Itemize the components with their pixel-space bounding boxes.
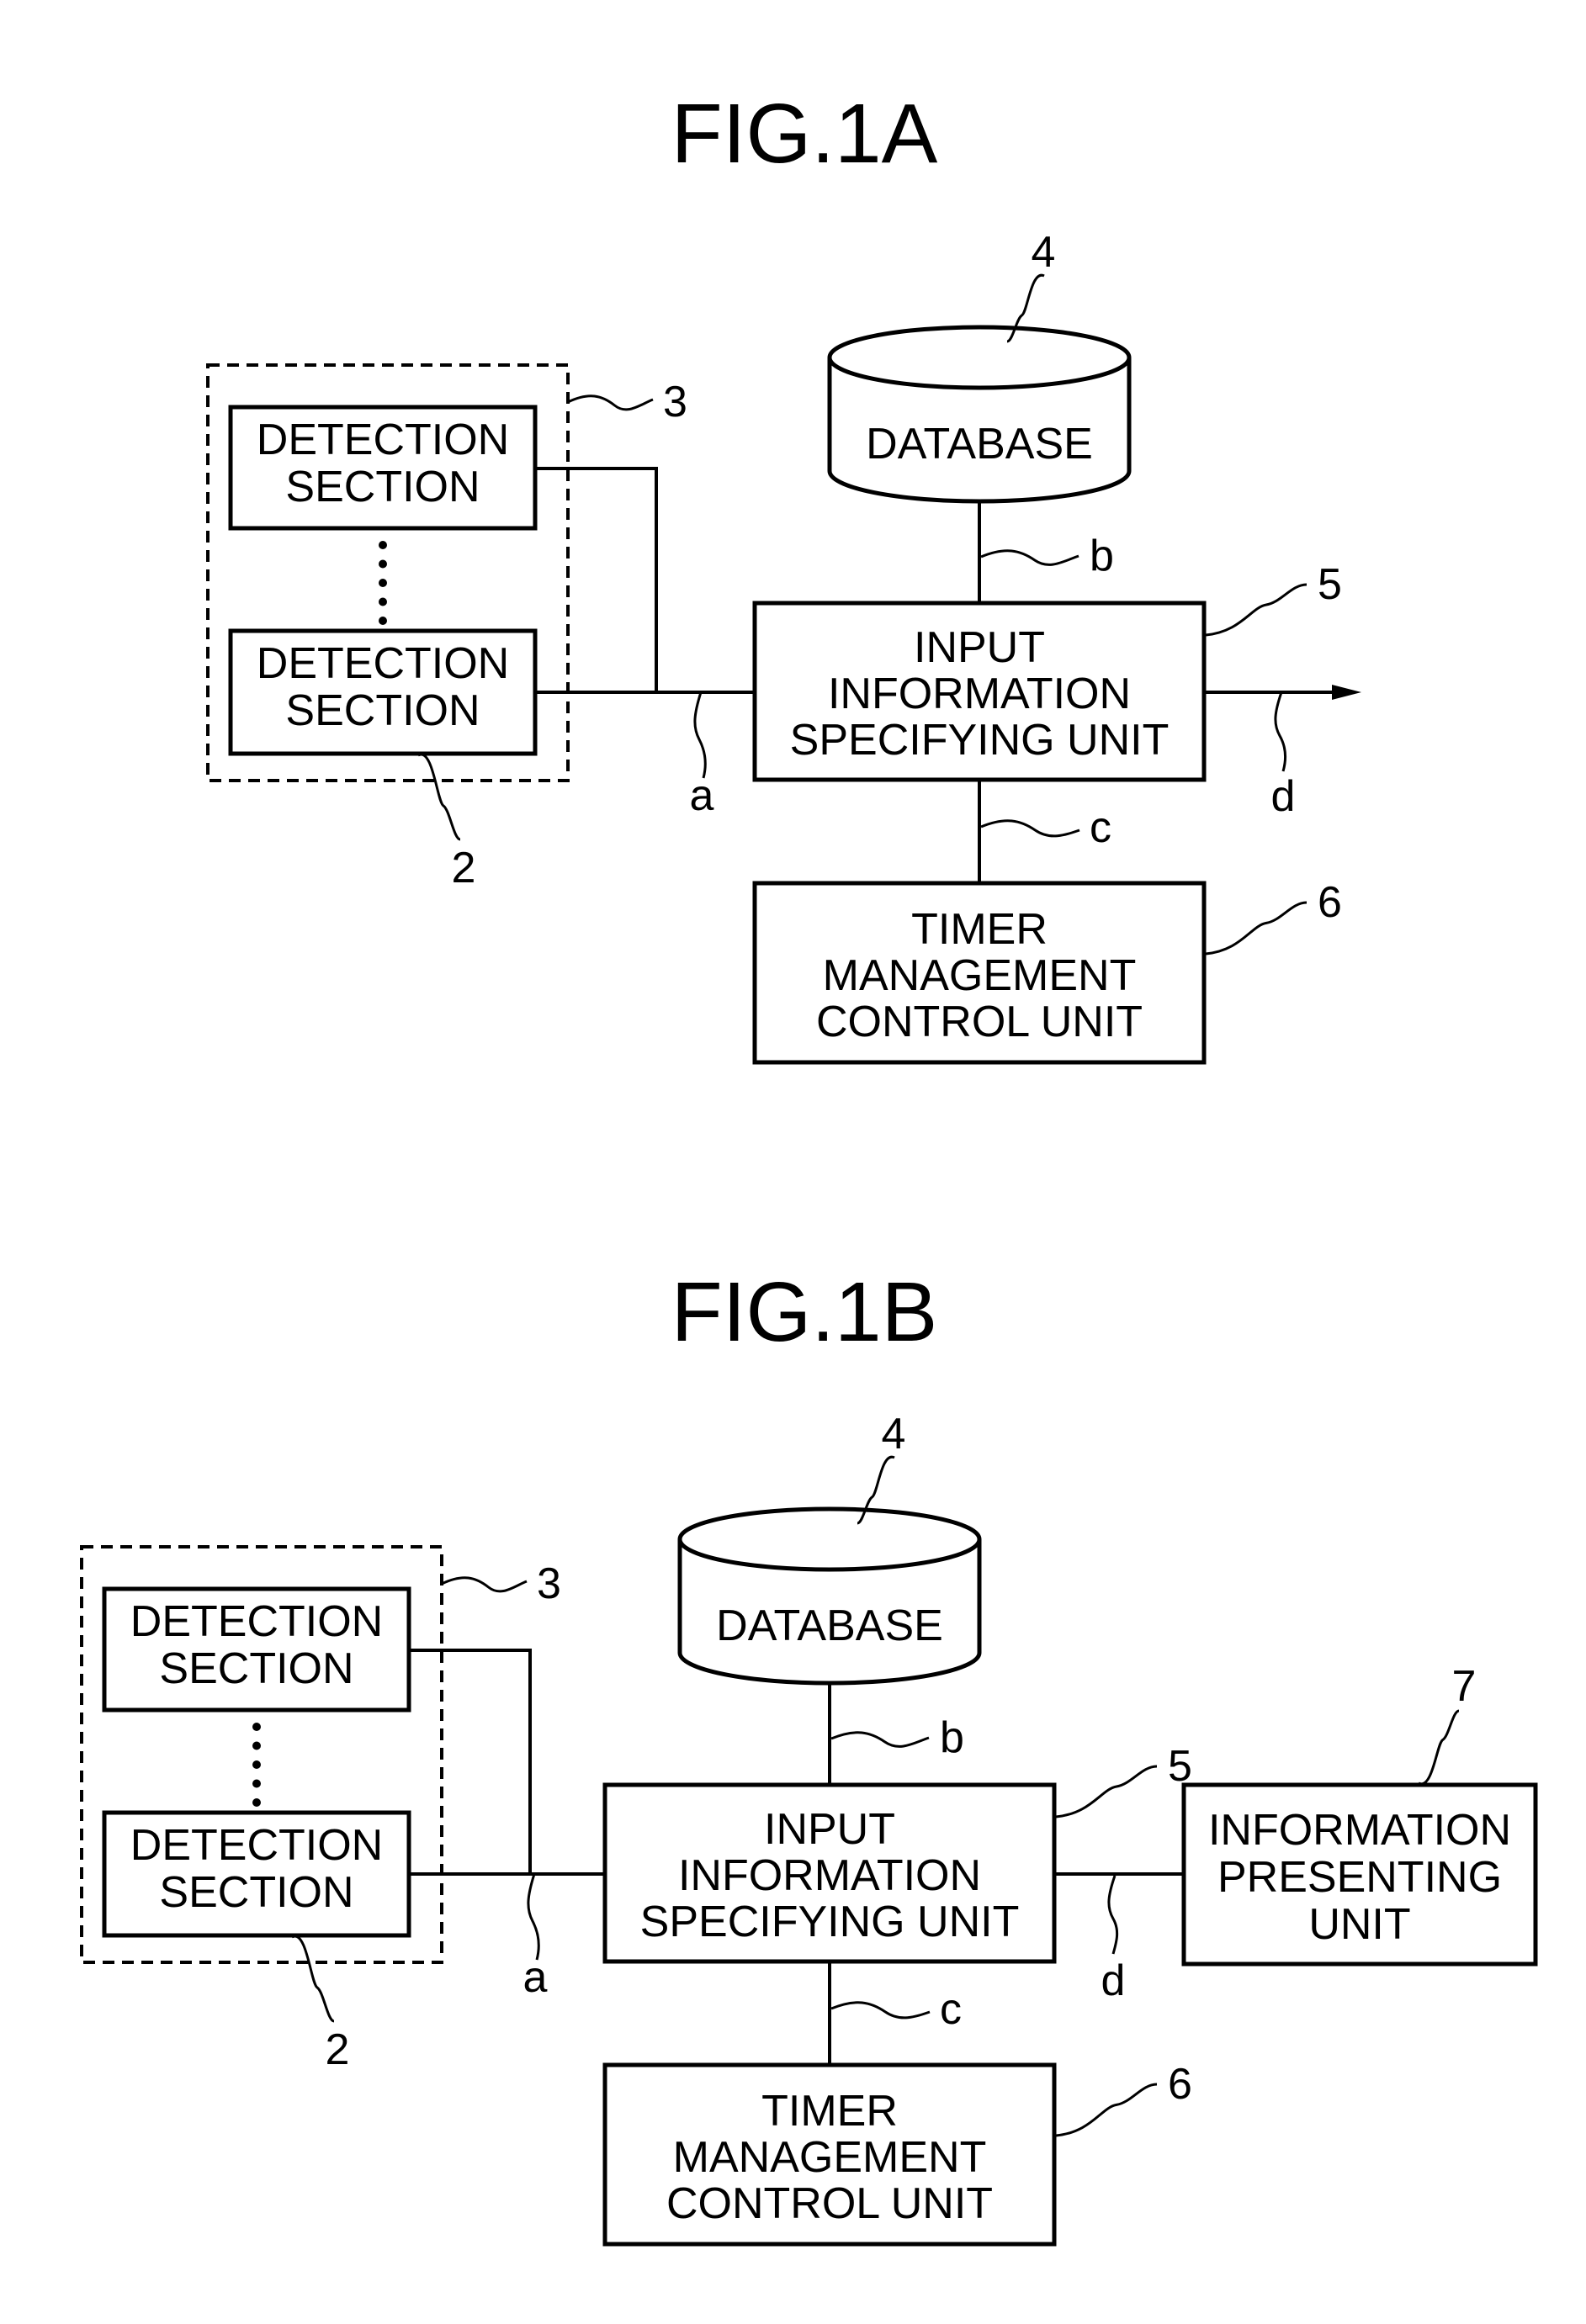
ellipsis-dot xyxy=(379,559,387,569)
background xyxy=(0,0,1586,2324)
detection-section-label-line: DETECTION xyxy=(257,639,509,688)
signal-label-b: b xyxy=(1090,532,1114,580)
ellipsis-dot xyxy=(252,1741,261,1750)
timer-unit-label-line: TIMER xyxy=(911,905,1048,954)
signal-label-a: a xyxy=(690,771,714,820)
signal-label-c: c xyxy=(940,1985,962,2034)
ref-numeral-3: 3 xyxy=(537,1559,561,1608)
ellipsis-dot xyxy=(252,1760,261,1769)
ellipsis-dot xyxy=(379,579,387,587)
database-label: DATABASE xyxy=(716,1601,943,1650)
signal-label-d: d xyxy=(1271,772,1296,821)
input-unit-label-line: INFORMATION xyxy=(678,1851,981,1900)
ref-numeral-2: 2 xyxy=(452,844,476,892)
figure-title: FIG.1A xyxy=(671,87,938,181)
detection-section-label-line: SECTION xyxy=(285,686,480,735)
detection-section-label-line: DETECTION xyxy=(257,416,509,464)
presenting-unit-label-line: UNIT xyxy=(1308,1900,1410,1949)
timer-unit-label-line: MANAGEMENT xyxy=(823,951,1137,1000)
detection-section-label-line: DETECTION xyxy=(130,1821,383,1870)
detection-section-label-line: DETECTION xyxy=(130,1597,383,1646)
detection-section-label-line: SECTION xyxy=(159,1868,353,1917)
presenting-unit-label-line: PRESENTING xyxy=(1217,1853,1502,1902)
signal-label-a: a xyxy=(523,1953,548,2002)
ref-numeral-2: 2 xyxy=(326,2025,350,2074)
timer-unit-label-line: CONTROL UNIT xyxy=(816,998,1143,1046)
input-unit-label-line: INPUT xyxy=(914,623,1045,672)
ellipsis-dot xyxy=(252,1779,261,1788)
input-unit-label-line: INFORMATION xyxy=(828,670,1131,718)
input-unit-label-line: INPUT xyxy=(764,1805,895,1854)
signal-label-c: c xyxy=(1090,803,1111,852)
detection-section-label-line: SECTION xyxy=(285,463,480,511)
timer-unit-label-line: TIMER xyxy=(761,2087,898,2136)
input-unit-label-line: SPECIFYING UNIT xyxy=(790,716,1170,765)
ellipsis-dot xyxy=(252,1723,261,1731)
ref-numeral-5: 5 xyxy=(1318,560,1342,609)
detection-section-label-line: SECTION xyxy=(159,1644,353,1693)
ref-numeral-4: 4 xyxy=(1032,228,1056,277)
timer-unit-label-line: MANAGEMENT xyxy=(673,2133,987,2182)
ref-numeral-3: 3 xyxy=(663,378,687,426)
figure-title: FIG.1B xyxy=(671,1265,938,1359)
signal-label-d: d xyxy=(1101,1956,1126,2005)
database-label: DATABASE xyxy=(866,420,1093,469)
ellipsis-dot xyxy=(379,597,387,606)
ref-numeral-4: 4 xyxy=(882,1410,906,1458)
ref-numeral-6: 6 xyxy=(1168,2060,1192,2109)
ellipsis-dot xyxy=(252,1798,261,1807)
input-unit-label-line: SPECIFYING UNIT xyxy=(640,1898,1020,1946)
ellipsis-dot xyxy=(379,541,387,549)
ref-numeral-6: 6 xyxy=(1318,878,1342,927)
presenting-unit-label-line: INFORMATION xyxy=(1208,1806,1511,1855)
ellipsis-dot xyxy=(379,617,387,625)
patent-figure-sheet: FIG.1ADETECTIONSECTIONDETECTIONSECTION32… xyxy=(0,0,1586,2324)
signal-label-b: b xyxy=(940,1713,964,1762)
ref-numeral-7: 7 xyxy=(1452,1662,1477,1711)
timer-unit-label-line: CONTROL UNIT xyxy=(666,2179,993,2228)
